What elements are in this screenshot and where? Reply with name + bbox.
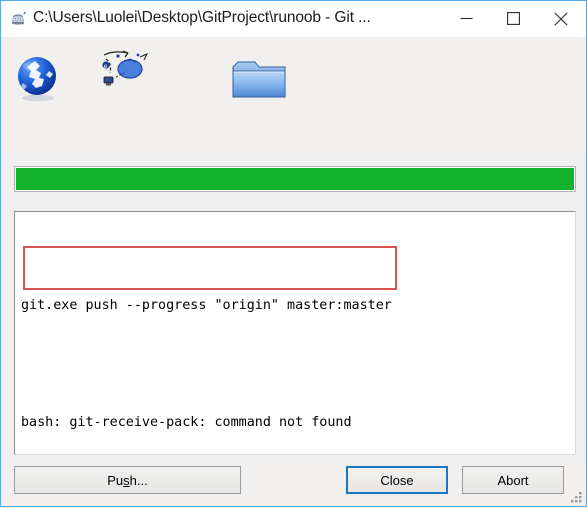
- close-button[interactable]: [538, 1, 583, 36]
- network-transfer-icon: e: [94, 47, 154, 99]
- svg-text:e: e: [104, 63, 108, 70]
- git-gui-window: C:\Users\Luolei\Desktop\GitProject\runoo…: [0, 0, 587, 507]
- push-button-label: Push...: [107, 472, 148, 488]
- minimize-button[interactable]: [444, 1, 489, 36]
- minimize-icon: [460, 12, 473, 25]
- dialog-button-bar: Push... Close Abort: [2, 462, 586, 506]
- resize-grip[interactable]: [570, 491, 583, 504]
- close-icon: [553, 11, 568, 26]
- error-highlight-box: [23, 246, 397, 290]
- globe-icon: [15, 55, 63, 103]
- maximize-icon: [507, 12, 520, 25]
- title-bar: C:\Users\Luolei\Desktop\GitProject\runoo…: [1, 1, 586, 38]
- abort-button-label: Abort: [497, 472, 529, 488]
- console-line: git.exe push --progress "origin" master:…: [21, 298, 392, 313]
- window-title: C:\Users\Luolei\Desktop\GitProject\runoo…: [33, 9, 371, 26]
- console-line-error: bash: git-receive-pack: command not foun…: [21, 415, 352, 430]
- animation-icon-strip: e: [2, 37, 586, 154]
- maximize-button[interactable]: [491, 1, 536, 36]
- close-dialog-button[interactable]: Close: [346, 466, 448, 494]
- push-progress-bar: [14, 166, 576, 192]
- folder-icon: [229, 57, 289, 103]
- git-gui-icon: [10, 10, 28, 28]
- git-output-console[interactable]: git.exe push --progress "origin" master:…: [14, 211, 576, 455]
- progress-bar-fill: [16, 168, 574, 190]
- close-dialog-button-label: Close: [380, 472, 414, 488]
- abort-button[interactable]: Abort: [462, 466, 564, 494]
- push-button[interactable]: Push...: [14, 466, 241, 494]
